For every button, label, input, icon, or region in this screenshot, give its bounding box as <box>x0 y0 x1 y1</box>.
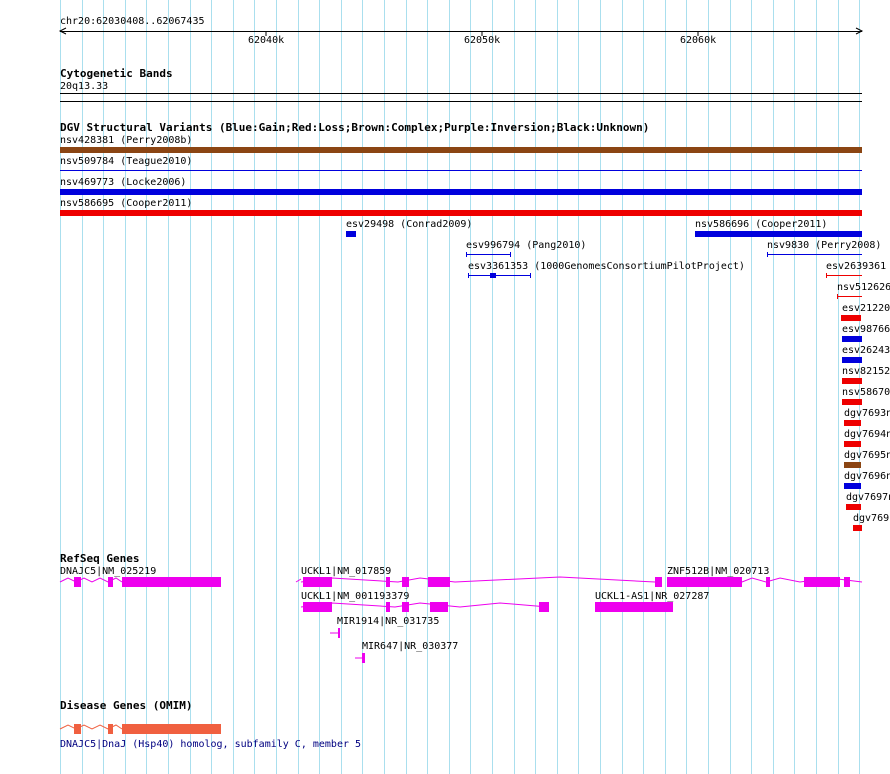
omim-exon[interactable] <box>74 724 81 734</box>
genome-browser-view: chr20:62030408..62067435 62040k 62050k 6… <box>0 0 890 774</box>
omim-exon[interactable] <box>122 724 221 734</box>
omim-exon[interactable] <box>108 724 113 734</box>
omim-gene-label[interactable]: DNAJC5|DnaJ (Hsp40) homolog, subfamily C… <box>60 739 361 750</box>
omim-gene-model[interactable] <box>0 0 890 774</box>
